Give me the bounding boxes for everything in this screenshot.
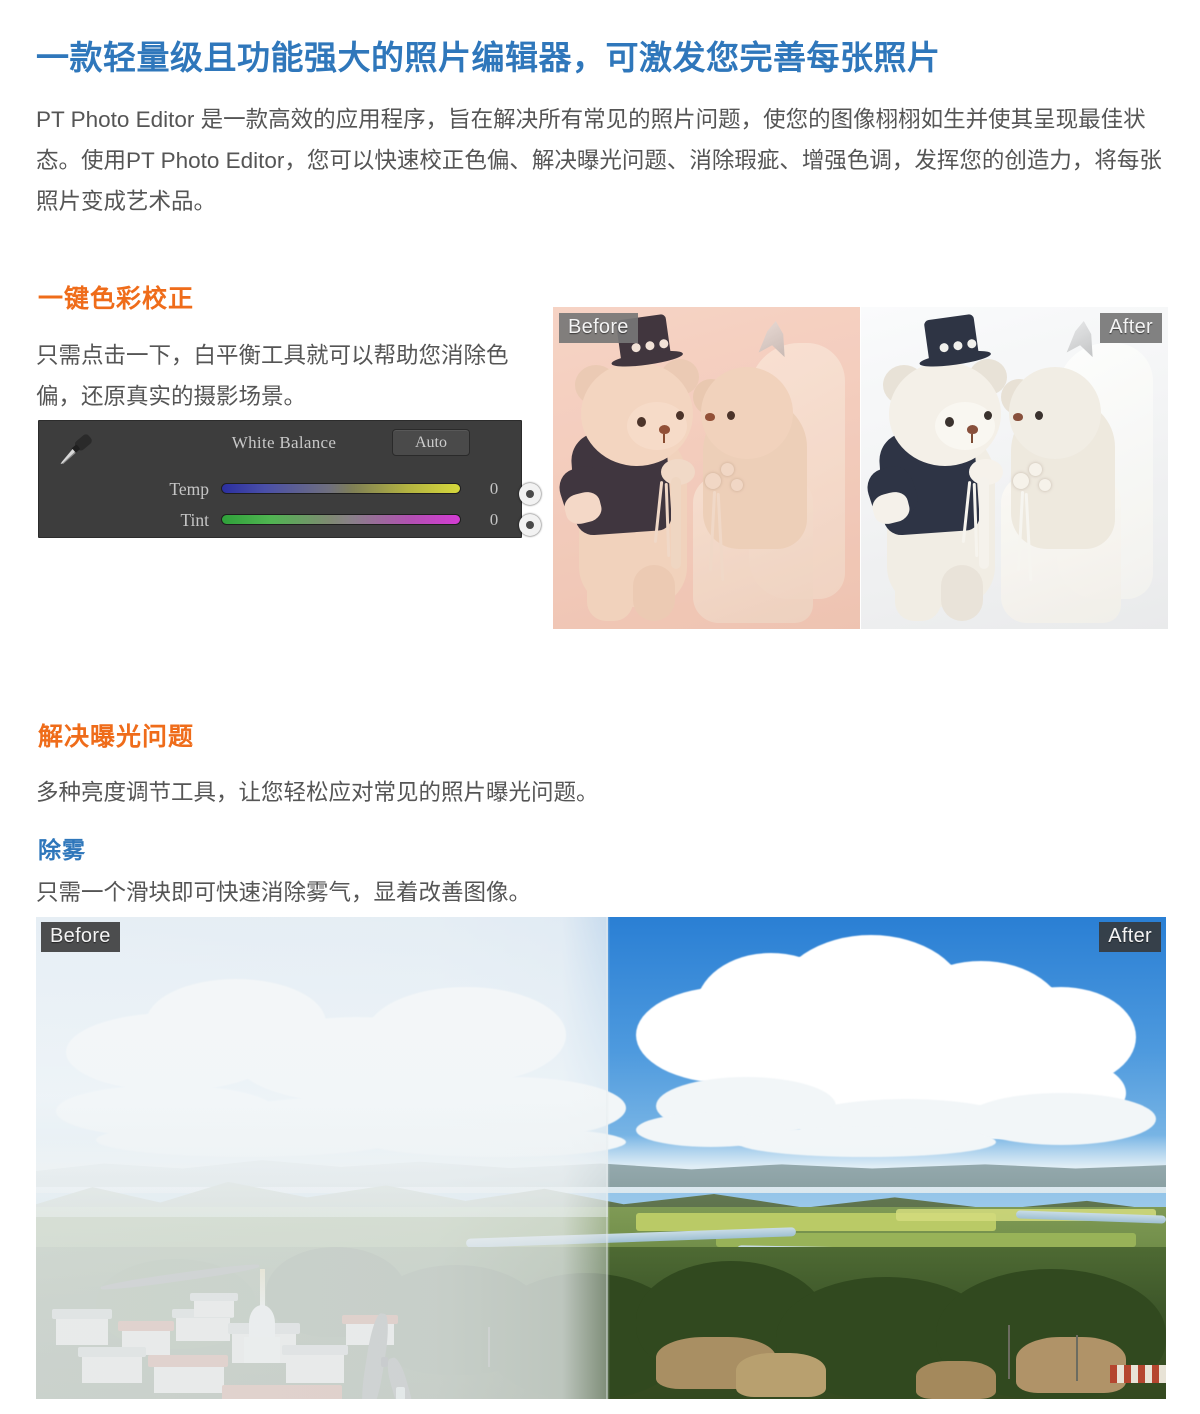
eyedropper-icon[interactable] (53, 430, 105, 474)
page-root: 一款轻量级且功能强大的照片编辑器，可激发您完善每张照片 PT Photo Edi… (0, 0, 1200, 1414)
before-label-landscape: Before (41, 922, 120, 952)
white-balance-auto-button[interactable]: Auto (392, 429, 470, 456)
section-body-color-correction: 只需点击一下，白平衡工具就可以帮助您消除色偏，还原真实的摄影场景。 (36, 342, 509, 409)
section-heading-dehaze: 除雾 (38, 837, 86, 864)
after-label-bears: After (1100, 313, 1162, 343)
before-label-bears: Before (559, 313, 638, 343)
bears-after-image: After (861, 307, 1168, 629)
tint-slider-knob[interactable] (519, 514, 541, 536)
stupa-spire (260, 1269, 265, 1309)
intro-paragraph: PT Photo Editor 是一款高效的应用程序，旨在解决所有常见的照片问题… (36, 106, 1162, 214)
tint-slider-track[interactable] (221, 514, 541, 536)
landscape-comparison-figure: Before After (36, 917, 1166, 1399)
white-balance-title: White Balance (231, 433, 337, 452)
section-body-dehaze: 只需一个滑块即可快速消除雾气，显着改善图像。 (36, 879, 532, 905)
temp-slider-label: Temp (169, 479, 209, 499)
temp-slider-track[interactable] (221, 483, 541, 505)
bears-before-image: Before (553, 307, 860, 629)
stupa-body (249, 1305, 275, 1341)
section-body-exposure: 多种亮度调节工具，让您轻松应对常见的照片曝光问题。 (36, 779, 599, 805)
white-balance-tint-row: Tint 0 (39, 509, 541, 539)
vehicle-1 (396, 1387, 405, 1399)
vehicle-2 (381, 1357, 388, 1367)
temp-slider-value[interactable]: 0 (479, 478, 509, 500)
section-heading-exposure: 解决曝光问题 (38, 722, 195, 751)
after-label-landscape: After (1099, 922, 1161, 952)
temp-slider-knob[interactable] (519, 483, 541, 505)
white-balance-panel: White Balance Auto Temp 0 Tint 0 (38, 420, 541, 539)
white-balance-temp-row: Temp 0 (39, 478, 541, 508)
tint-slider-label: Tint (180, 510, 209, 530)
bears-comparison-figure: Before After (553, 307, 1168, 629)
section-heading-color-correction: 一键色彩校正 (38, 284, 195, 313)
before-after-seam (606, 917, 610, 1399)
tint-slider-value[interactable]: 0 (479, 509, 509, 531)
prayer-wall (1110, 1365, 1166, 1383)
page-title: 一款轻量级且功能强大的照片编辑器，可激发您完善每张照片 (36, 39, 941, 77)
